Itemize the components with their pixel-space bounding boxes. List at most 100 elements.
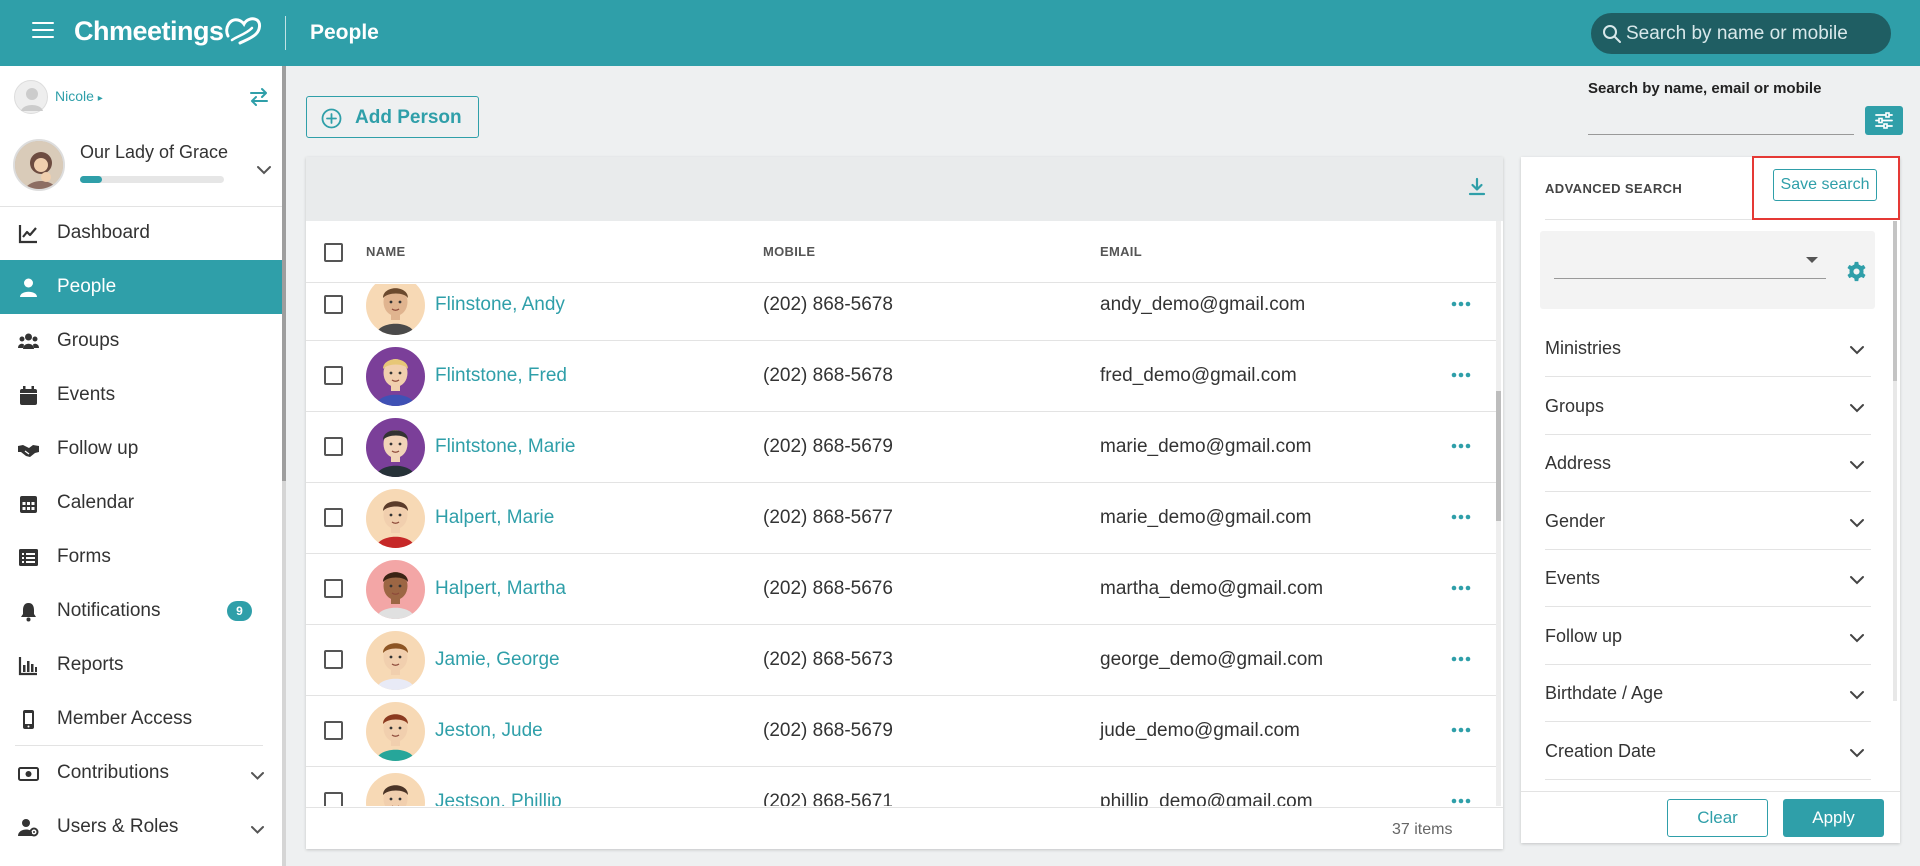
name-search-input[interactable]	[1588, 104, 1854, 135]
user-name: Nicole	[55, 88, 94, 104]
person-avatar[interactable]	[366, 560, 425, 619]
clear-button[interactable]: Clear	[1667, 799, 1768, 837]
table-row[interactable]: Flintstone, Fred (202) 868-5678 fred_demo@…	[306, 341, 1496, 412]
more-options-icon[interactable]	[1450, 509, 1472, 525]
org-avatar[interactable]	[13, 139, 65, 191]
chevron-down-icon[interactable]	[256, 162, 272, 178]
sidebar-item-label: Follow up	[57, 438, 139, 459]
filter-toggle-button[interactable]	[1865, 106, 1903, 135]
plus-circle-icon	[321, 108, 342, 129]
user-avatar[interactable]	[14, 80, 48, 114]
row-checkbox[interactable]	[324, 295, 343, 314]
table-body: Flinstone, Andy (202) 868-5678 andy_demo@g…	[306, 284, 1496, 806]
filter-section[interactable]: Gender	[1545, 493, 1871, 550]
advanced-search-scrollbar[interactable]	[1893, 221, 1897, 701]
more-options-icon[interactable]	[1450, 793, 1472, 806]
table-row[interactable]: Jestson, Phillip (202) 868-5671 phillip_de…	[306, 767, 1496, 806]
swap-icon[interactable]	[248, 86, 270, 108]
person-avatar[interactable]	[366, 284, 425, 335]
table-row[interactable]: Halpert, Martha (202) 868-5676 martha_demo…	[306, 554, 1496, 625]
advanced-search-title: ADVANCED SEARCH	[1545, 181, 1683, 196]
org-image	[15, 141, 63, 189]
person-name-link[interactable]: Jestson, Phillip	[435, 791, 562, 806]
app-logo[interactable]: Chmeetings	[74, 16, 224, 47]
menu-icon[interactable]	[32, 22, 54, 40]
filter-section[interactable]: Groups	[1545, 378, 1871, 435]
row-checkbox[interactable]	[324, 721, 343, 740]
row-checkbox[interactable]	[324, 579, 343, 598]
download-icon[interactable]	[1467, 177, 1487, 197]
more-options-icon[interactable]	[1450, 367, 1472, 383]
filter-section-label: Gender	[1545, 510, 1606, 531]
person-name-link[interactable]: Halpert, Martha	[435, 578, 566, 600]
table-row[interactable]: Flinstone, Andy (202) 868-5678 andy_demo@g…	[306, 284, 1496, 341]
person-avatar[interactable]	[366, 347, 425, 406]
gear-icon[interactable]	[1846, 261, 1867, 282]
filter-section[interactable]: Events	[1545, 550, 1871, 607]
top-bar: Chmeetings People Search by name or mobi…	[0, 0, 1920, 66]
more-options-icon[interactable]	[1450, 438, 1472, 454]
filter-section[interactable]: Creation Date	[1545, 723, 1871, 780]
sidebar-item-calendar[interactable]: Calendar	[0, 476, 282, 530]
column-header-mobile[interactable]: MOBILE	[763, 244, 815, 259]
global-search-input[interactable]: Search by name or mobile	[1591, 13, 1891, 54]
table-row[interactable]: Jeston, Jude (202) 868-5679 jude_demo@gmai…	[306, 696, 1496, 767]
person-avatar[interactable]	[366, 702, 425, 761]
table-row[interactable]: Halpert, Marie (202) 868-5677 marie_demo@g…	[306, 483, 1496, 554]
person-name-link[interactable]: Flintstone, Marie	[435, 436, 575, 458]
more-options-icon[interactable]	[1450, 722, 1472, 738]
apply-button[interactable]: Apply	[1783, 799, 1884, 837]
person-avatar[interactable]	[366, 773, 425, 806]
filter-section[interactable]: Address	[1545, 435, 1871, 492]
more-options-icon[interactable]	[1450, 296, 1472, 312]
row-checkbox[interactable]	[324, 366, 343, 385]
filter-section-label: Birthdate / Age	[1545, 683, 1664, 703]
table-row[interactable]: Jamie, George (202) 868-5673 george_demo@g…	[306, 625, 1496, 696]
chevron-down-icon	[1850, 518, 1864, 527]
column-header-name[interactable]: NAME	[366, 244, 405, 259]
column-header-email[interactable]: EMAIL	[1100, 244, 1142, 259]
table-scrollbar[interactable]	[1496, 221, 1501, 806]
person-name-link[interactable]: Jeston, Jude	[435, 720, 543, 742]
sidebar-item-member-access[interactable]: Member Access	[0, 692, 282, 746]
sidebar-item-notifications[interactable]: Notifications 9	[0, 584, 282, 638]
more-options-icon[interactable]	[1450, 651, 1472, 667]
sidebar-item-events[interactable]: Events	[0, 368, 282, 422]
org-name[interactable]: Our Lady of Grace	[80, 142, 228, 163]
filter-section[interactable]: Follow up	[1545, 608, 1871, 665]
table-row[interactable]: Flintstone, Marie (202) 868-5679 marie_dem…	[306, 412, 1496, 483]
person-avatar[interactable]	[366, 418, 425, 477]
person-name-link[interactable]: Flintstone, Fred	[435, 365, 567, 387]
sidebar-scrollbar[interactable]	[282, 66, 286, 866]
filter-section[interactable]: Ministries	[1545, 320, 1871, 377]
sidebar-item-contributions[interactable]: Contributions	[0, 746, 282, 800]
sidebar-item-users-roles[interactable]: Users & Roles	[0, 800, 282, 854]
person-avatar[interactable]	[366, 631, 425, 690]
person-name-link[interactable]: Flinstone, Andy	[435, 294, 565, 316]
sidebar-item-forms[interactable]: Forms	[0, 530, 282, 584]
person-mobile: (202) 868-5676	[763, 578, 893, 599]
person-avatar[interactable]	[366, 489, 425, 548]
row-checkbox[interactable]	[324, 650, 343, 669]
row-checkbox[interactable]	[324, 437, 343, 456]
select-all-checkbox[interactable]	[324, 243, 343, 262]
user-name-menu[interactable]: Nicole ▸	[55, 88, 103, 104]
saved-search-select[interactable]	[1554, 245, 1826, 279]
sidebar-item-reports[interactable]: Reports	[0, 638, 282, 692]
person-name-link[interactable]: Halpert, Marie	[435, 507, 554, 529]
more-options-icon[interactable]	[1450, 580, 1472, 596]
add-person-button[interactable]: Add Person	[306, 96, 479, 138]
row-checkbox[interactable]	[324, 792, 343, 806]
chevron-down-icon	[1850, 576, 1864, 585]
users-icon	[18, 333, 39, 349]
sidebar-item-groups[interactable]: Groups	[0, 314, 282, 368]
sidebar-item-people[interactable]: People	[0, 260, 282, 314]
filter-section[interactable]: Birthdate / Age	[1545, 665, 1871, 722]
person-email: george_demo@gmail.com	[1100, 649, 1324, 670]
sidebar-item-label: Dashboard	[57, 222, 150, 243]
row-checkbox[interactable]	[324, 508, 343, 527]
sidebar-item-dashboard[interactable]: Dashboard	[0, 206, 282, 260]
list-icon	[19, 549, 38, 566]
sidebar-item-follow-up[interactable]: Follow up	[0, 422, 282, 476]
person-name-link[interactable]: Jamie, George	[435, 649, 560, 671]
